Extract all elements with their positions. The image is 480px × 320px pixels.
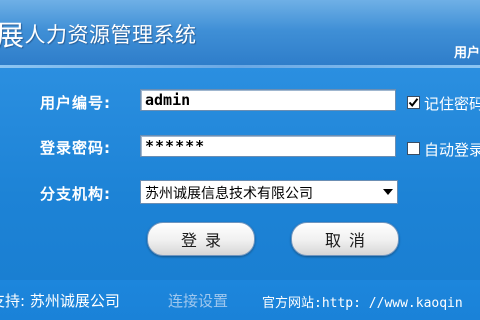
app-title-first-char: 展 xyxy=(0,19,25,52)
title-bar: 展人力资源管理系统 用户 xyxy=(0,0,480,68)
password-label: 登录密码: xyxy=(40,139,111,157)
footer-bar: 支持: 苏州诚展公司 连接设置 官方网站:http: //www.kaoqin xyxy=(0,280,480,320)
connection-settings-link[interactable]: 连接设置 xyxy=(168,290,228,311)
dropdown-arrow-icon[interactable] xyxy=(379,181,397,203)
login-button[interactable]: 登录 xyxy=(147,222,255,256)
user-id-label: 用户编号: xyxy=(40,94,111,112)
branch-selected-value: 苏州诚展信息技术有限公司 xyxy=(145,186,313,202)
checkmark-icon xyxy=(408,98,419,108)
remember-password-checkbox[interactable] xyxy=(407,96,420,109)
app-title: 展人力资源管理系统 xyxy=(0,14,197,54)
branch-select[interactable]: 苏州诚展信息技术有限公司 xyxy=(140,180,398,204)
auto-login-label: 自动登录 xyxy=(424,141,480,159)
user-id-input[interactable]: admin xyxy=(140,89,396,111)
auto-login-checkbox[interactable] xyxy=(407,142,420,155)
website-text: 官方网站:http: //www.kaoqin xyxy=(262,296,463,311)
header-user-text: 用户 xyxy=(453,46,480,61)
remember-password-label: 记住密码 xyxy=(424,95,480,113)
cancel-button[interactable]: 取消 xyxy=(291,222,399,256)
password-input[interactable]: ****** xyxy=(140,135,396,157)
branch-label: 分支机构: xyxy=(40,185,111,203)
app-title-text: 人力资源管理系统 xyxy=(24,23,197,47)
support-text: 支持: 苏州诚展公司 xyxy=(0,292,120,310)
